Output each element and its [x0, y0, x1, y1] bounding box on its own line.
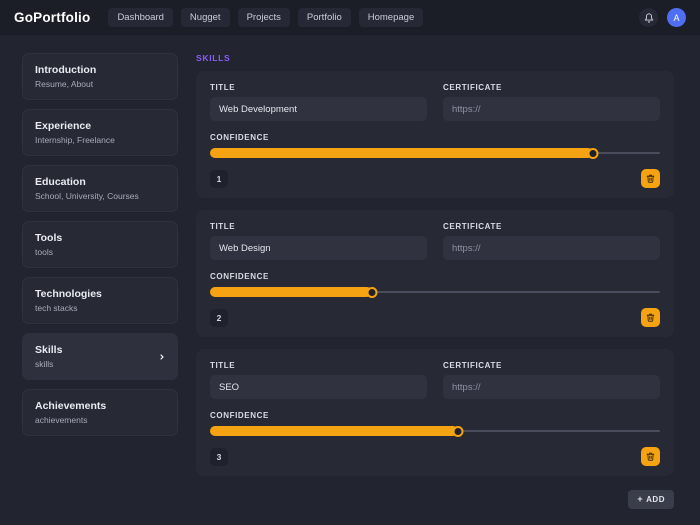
slider-knob[interactable]: [452, 425, 463, 437]
certificate-input[interactable]: https://: [443, 97, 660, 121]
skill-card: TITLE Web Development CERTIFICATE https:…: [196, 71, 674, 198]
sidebar-item-technologies[interactable]: Technologies tech stacks: [22, 277, 178, 324]
sidebar-item-tools[interactable]: Tools tools: [22, 221, 178, 268]
certificate-label: CERTIFICATE: [443, 83, 502, 92]
sidebar-item-title: Introduction: [35, 64, 97, 76]
index-badge: 1: [210, 169, 228, 188]
title-input[interactable]: SEO: [210, 375, 427, 399]
sidebar-item-education[interactable]: Education School, University, Courses: [22, 165, 178, 212]
sidebar: Introduction Resume, About Experience In…: [22, 53, 178, 525]
slider-knob[interactable]: [366, 286, 378, 298]
certificate-field-group: CERTIFICATE https://: [443, 361, 660, 399]
confidence-slider[interactable]: [210, 286, 660, 298]
sidebar-item-title: Skills: [35, 344, 63, 356]
confidence-label: CONFIDENCE: [210, 411, 269, 420]
confidence-label: CONFIDENCE: [210, 133, 269, 142]
certificate-input[interactable]: https://: [443, 375, 660, 399]
confidence-group: CONFIDENCE: [210, 411, 660, 437]
title-label: TITLE: [210, 222, 236, 231]
sidebar-item-subtitle: tech stacks: [35, 303, 78, 313]
certificate-label: CERTIFICATE: [443, 222, 502, 231]
certificate-input[interactable]: https://: [443, 236, 660, 260]
footer-actions: + ADD UPDATE: [196, 490, 674, 525]
sidebar-item-title: Achievements: [35, 400, 107, 412]
confidence-group: CONFIDENCE: [210, 133, 660, 159]
brand-logo: GoPortfolio: [14, 10, 91, 25]
skill-card: TITLE Web Design CERTIFICATE https:// CO…: [196, 210, 674, 337]
title-input[interactable]: Web Development: [210, 97, 427, 121]
nav-item-nugget[interactable]: Nugget: [180, 7, 230, 28]
nav-item-portfolio[interactable]: Portfolio: [297, 7, 351, 28]
delete-button[interactable]: [641, 447, 660, 466]
title-field-group: TITLE Web Design: [210, 222, 427, 260]
delete-button[interactable]: [641, 169, 660, 188]
sidebar-item-subtitle: skills: [35, 359, 54, 369]
sidebar-item-subtitle: tools: [35, 247, 53, 257]
title-field-group: TITLE Web Development: [210, 83, 427, 121]
title-input[interactable]: Web Design: [210, 236, 427, 260]
nav-item-homepage[interactable]: Homepage: [358, 7, 424, 28]
title-label: TITLE: [210, 361, 236, 370]
certificate-field-group: CERTIFICATE https://: [443, 83, 660, 121]
index-badge: 2: [210, 308, 228, 327]
avatar[interactable]: A: [667, 8, 686, 27]
sidebar-item-subtitle: Resume, About: [35, 79, 94, 89]
sidebar-item-achievements[interactable]: Achievements achievements: [22, 389, 178, 436]
delete-button[interactable]: [641, 308, 660, 327]
slider-knob[interactable]: [587, 147, 598, 159]
sidebar-item-title: Technologies: [35, 288, 102, 300]
confidence-label: CONFIDENCE: [210, 272, 269, 281]
confidence-slider[interactable]: [210, 147, 660, 159]
card-footer: 3: [210, 447, 660, 466]
add-button[interactable]: + ADD: [628, 490, 674, 509]
sidebar-item-subtitle: achievements: [35, 415, 88, 425]
certificate-label: CERTIFICATE: [443, 361, 502, 370]
sidebar-item-subtitle: Internship, Freelance: [35, 135, 115, 145]
sidebar-item-skills[interactable]: Skills skills: [22, 333, 178, 380]
plus-icon: +: [637, 494, 644, 504]
card-footer: 1: [210, 169, 660, 188]
sidebar-item-introduction[interactable]: Introduction Resume, About: [22, 53, 178, 100]
slider-fill: [210, 287, 372, 297]
top-bar-actions: A: [639, 8, 686, 27]
title-label: TITLE: [210, 83, 236, 92]
title-field-group: TITLE SEO: [210, 361, 427, 399]
nav-item-dashboard[interactable]: Dashboard: [108, 7, 173, 28]
card-footer: 2: [210, 308, 660, 327]
sidebar-item-title: Experience: [35, 120, 92, 132]
sidebar-item-subtitle: School, University, Courses: [35, 191, 139, 201]
sidebar-item-title: Education: [35, 176, 86, 188]
index-badge: 3: [210, 447, 228, 466]
slider-fill: [210, 148, 593, 158]
confidence-group: CONFIDENCE: [210, 272, 660, 298]
sidebar-item-experience[interactable]: Experience Internship, Freelance: [22, 109, 178, 156]
main-content: SKILLS TITLE Web Development CERTIFICATE…: [196, 53, 674, 525]
certificate-field-group: CERTIFICATE https://: [443, 222, 660, 260]
primary-nav: Dashboard Nugget Projects Portfolio Home…: [108, 7, 424, 28]
slider-fill: [210, 426, 458, 436]
bell-icon[interactable]: [639, 8, 658, 27]
sidebar-item-title: Tools: [35, 232, 63, 244]
top-navigation-bar: GoPortfolio Dashboard Nugget Projects Po…: [0, 0, 700, 35]
nav-item-projects[interactable]: Projects: [237, 7, 290, 28]
chevron-right-icon: [158, 353, 166, 361]
skill-card: TITLE SEO CERTIFICATE https:// CONFIDENC…: [196, 349, 674, 476]
add-button-label: ADD: [646, 494, 665, 504]
confidence-slider[interactable]: [210, 425, 660, 437]
section-title: SKILLS: [196, 53, 231, 63]
